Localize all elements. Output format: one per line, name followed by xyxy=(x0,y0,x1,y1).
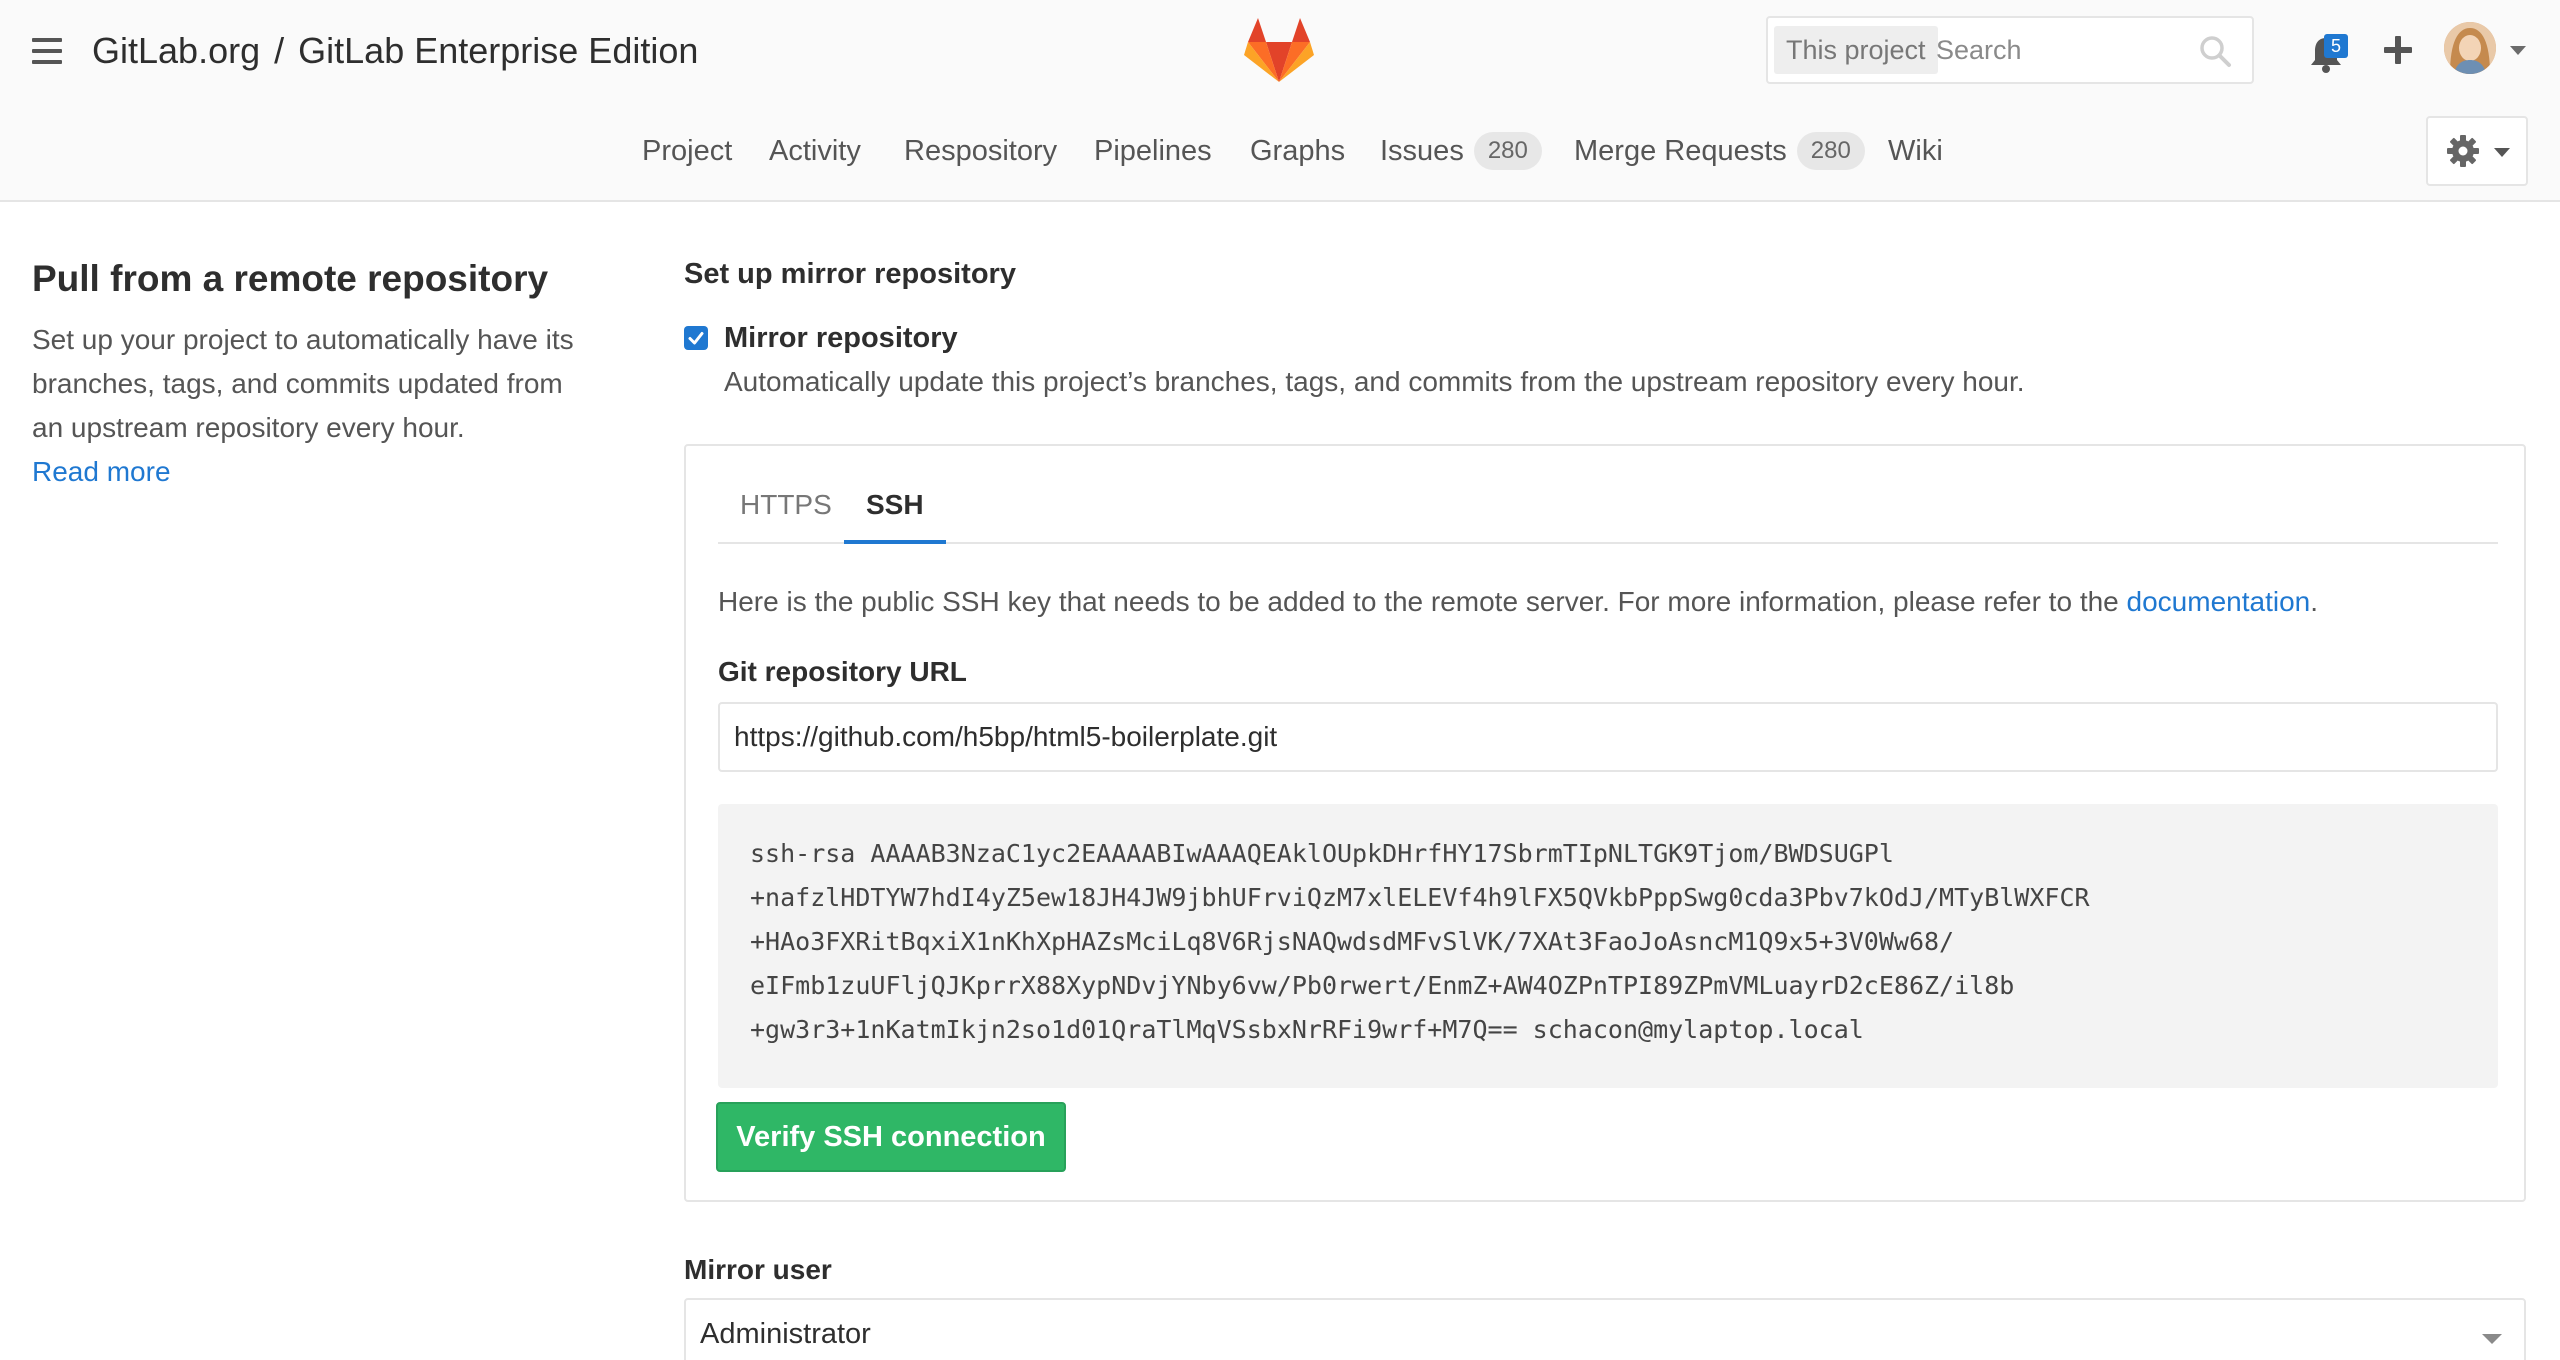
ssh-key-line: +gw3r3+1nKatmIkjn2so1d01QraTlMqVSsbxNrRF… xyxy=(750,1015,1864,1044)
mirror-repository-checkbox[interactable] xyxy=(684,326,708,350)
mirror-settings-panel: HTTPS SSH Here is the public SSH key tha… xyxy=(684,444,2526,1202)
ssh-key-line: +HAo3FXRitBqxiX1nKhXpHAZsMciLq8V6RjsNAQw… xyxy=(750,927,1955,956)
mirror-repository-help: Automatically update this project’s bran… xyxy=(724,366,2025,397)
mirror-user-select[interactable]: Administrator xyxy=(684,1298,2526,1360)
protocol-tabs: HTTPS SSH xyxy=(718,480,2498,544)
gitlab-tanuki-icon[interactable] xyxy=(1242,14,1316,84)
documentation-link[interactable]: documentation xyxy=(2127,586,2311,617)
menu-icon[interactable] xyxy=(32,38,62,64)
read-more-link[interactable]: Read more xyxy=(32,456,171,487)
git-url-label: Git repository URL xyxy=(718,656,967,687)
chevron-down-icon[interactable] xyxy=(2510,46,2526,55)
notification-count-badge: 5 xyxy=(2324,34,2348,58)
checkmark-icon xyxy=(688,332,704,345)
ssh-public-key-box[interactable]: ssh-rsa AAAAB3NzaC1yc2EAAAABIwAAAQEAklOU… xyxy=(718,804,2498,1088)
nav-item-project[interactable]: Project xyxy=(642,128,732,174)
nav-item-activity[interactable]: Activity xyxy=(769,128,861,174)
chevron-down-icon xyxy=(2494,148,2510,157)
ssh-info-text: Here is the public SSH key that needs to… xyxy=(718,582,2318,622)
avatar[interactable] xyxy=(2444,22,2496,74)
breadcrumb-separator: / xyxy=(274,30,285,71)
nav-item-graphs[interactable]: Graphs xyxy=(1250,128,1345,174)
search-input[interactable] xyxy=(1936,26,2176,74)
sidebar-description-text: Set up your project to automatically hav… xyxy=(32,324,574,443)
issues-count-badge: 280 xyxy=(1473,132,1542,170)
merge-requests-count-badge: 280 xyxy=(1796,132,1865,170)
breadcrumb-group[interactable]: GitLab.org xyxy=(92,30,260,71)
ssh-key-line: +nafzlHDTYW7hdI4yZ5ew18JH4JW9jbhUFrviQzM… xyxy=(750,883,2090,912)
nav-item-issues[interactable]: Issues 280 xyxy=(1380,128,1542,174)
search-icon[interactable] xyxy=(2198,34,2232,68)
git-url-input[interactable] xyxy=(718,702,2498,772)
ssh-info-suffix: . xyxy=(2310,586,2318,617)
top-header: GitLab.org / GitLab Enterprise Edition T… xyxy=(0,0,2560,202)
nav-item-wiki[interactable]: Wiki xyxy=(1888,128,1943,174)
nav-item-merge-requests[interactable]: Merge Requests 280 xyxy=(1574,128,1865,174)
sidebar-description: Set up your project to automatically hav… xyxy=(32,318,592,494)
gear-icon xyxy=(2447,135,2479,167)
search-scope-badge[interactable]: This project xyxy=(1774,26,1938,74)
verify-ssh-connection-button[interactable]: Verify SSH connection xyxy=(716,1102,1066,1172)
nav-item-repository[interactable]: Respository xyxy=(904,128,1057,174)
tab-ssh[interactable]: SSH xyxy=(844,480,946,544)
settings-dropdown-button[interactable] xyxy=(2426,116,2528,186)
mirror-user-value: Administrator xyxy=(700,1318,871,1350)
breadcrumb: GitLab.org / GitLab Enterprise Edition xyxy=(92,26,698,76)
nav-item-pipelines[interactable]: Pipelines xyxy=(1094,128,1212,174)
user-avatar-icon xyxy=(2444,22,2496,74)
ssh-key-line: eIFmb1zuUFljQJKprrX88XypNDvjYNby6vw/Pb0r… xyxy=(750,971,2015,1000)
search-box: This project xyxy=(1766,16,2254,84)
nav-item-issues-label: Issues xyxy=(1380,135,1464,167)
ssh-key-line: ssh-rsa AAAAB3NzaC1yc2EAAAABIwAAAQEAklOU… xyxy=(750,839,1894,868)
chevron-down-icon xyxy=(2482,1334,2502,1344)
nav-item-merge-requests-label: Merge Requests xyxy=(1574,135,1787,167)
project-nav: Project Activity Respository Pipelines G… xyxy=(0,128,2560,174)
plus-icon[interactable] xyxy=(2382,34,2414,66)
mirror-repository-label[interactable]: Mirror repository xyxy=(724,318,958,358)
sidebar-title: Pull from a remote repository xyxy=(32,258,549,299)
breadcrumb-project[interactable]: GitLab Enterprise Edition xyxy=(298,30,698,71)
notifications-button[interactable]: 5 xyxy=(2304,32,2348,76)
tab-https[interactable]: HTTPS xyxy=(718,480,854,544)
section-title: Set up mirror repository xyxy=(684,258,1016,290)
mirror-user-label: Mirror user xyxy=(684,1254,832,1285)
ssh-info-prefix: Here is the public SSH key that needs to… xyxy=(718,586,2127,617)
